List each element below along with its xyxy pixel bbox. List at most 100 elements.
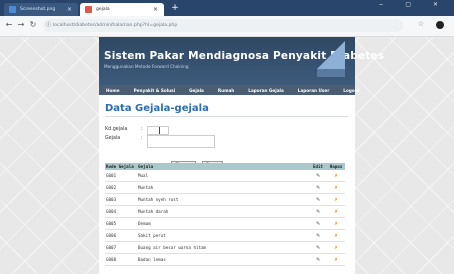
- profile-avatar[interactable]: [436, 21, 444, 29]
- cross-icon: ✗: [334, 256, 338, 263]
- delete-button[interactable]: ✗: [327, 181, 345, 194]
- delete-button[interactable]: ✗: [327, 229, 345, 242]
- site-subtitle: Menggunakan Metode Forward Chaining: [104, 64, 189, 69]
- window-controls[interactable]: − ▢ ✕: [378, 1, 448, 8]
- delete-button[interactable]: ✗: [327, 170, 345, 182]
- text-caret: [159, 127, 160, 134]
- delete-button[interactable]: ✗: [327, 205, 345, 218]
- browser-tab-screenshot[interactable]: Screenshot.png ×: [4, 3, 78, 16]
- close-icon[interactable]: ×: [153, 3, 158, 16]
- delete-button[interactable]: ✗: [327, 253, 345, 266]
- cell-gejala: Mual: [137, 170, 309, 182]
- cell-gejala: Muntah nyeh rust: [137, 193, 309, 206]
- site-info-icon[interactable]: ⓘ: [46, 19, 51, 32]
- table-row: G003 Muntah nyeh rust ✎ ✗: [105, 193, 345, 206]
- pencil-icon: ✎: [316, 196, 320, 203]
- cross-icon: ✗: [334, 232, 338, 239]
- bookmark-star-icon[interactable]: ☆: [418, 20, 424, 28]
- cell-kode: G002: [105, 181, 137, 194]
- menu-item-gejala[interactable]: Gejala: [182, 88, 211, 93]
- col-gejala: Gejala: [137, 163, 309, 170]
- delete-button[interactable]: ✗: [327, 241, 345, 254]
- edit-button[interactable]: ✎: [309, 241, 327, 254]
- cell-kode: G003: [105, 193, 137, 206]
- cross-icon: ✗: [334, 220, 338, 227]
- tab-label: gejala: [96, 7, 110, 12]
- site-banner: Sistem Pakar Mendiagnosa Penyakit Diabet…: [99, 37, 384, 85]
- page-title: Data Gejala-gejala: [105, 103, 209, 114]
- url-text: localhost/diabetes/admin/halaman.php?hl=…: [53, 23, 178, 28]
- colon: :: [141, 136, 143, 141]
- edit-button[interactable]: ✎: [309, 170, 327, 182]
- cross-icon: ✗: [334, 196, 338, 203]
- table-row: G002 Muntah ✎ ✗: [105, 181, 345, 194]
- menu-item-penyakit-solusi[interactable]: Penyakit & Solusi: [127, 88, 182, 93]
- table-row: G005 Demam ✎ ✗: [105, 217, 345, 230]
- address-bar[interactable]: ⓘ localhost/diabetes/admin/halaman.php?h…: [43, 19, 403, 32]
- cross-icon: ✗: [334, 172, 338, 179]
- forward-icon[interactable]: →: [16, 20, 26, 30]
- gejala-textarea[interactable]: [147, 135, 215, 148]
- pencil-icon: ✎: [316, 256, 320, 263]
- edit-button[interactable]: ✎: [309, 193, 327, 206]
- reload-icon[interactable]: ↻: [28, 20, 38, 30]
- pencil-icon: ✎: [316, 184, 320, 191]
- pencil-icon: ✎: [316, 208, 320, 215]
- table-row: G001 Mual ✎ ✗: [105, 170, 345, 182]
- menu-item-home[interactable]: Home: [99, 88, 127, 93]
- edit-button[interactable]: ✎: [309, 205, 327, 218]
- browser-toolbar: ← → ↻ ⓘ localhost/diabetes/admin/halaman…: [0, 16, 454, 37]
- cell-gejala: Demam: [137, 217, 309, 230]
- pencil-icon: ✎: [316, 220, 320, 227]
- kode-label: Kd.gejala: [105, 127, 128, 132]
- table-row: G008 Badan lemas ✎ ✗: [105, 253, 345, 266]
- menu-item-rumah[interactable]: Rumah: [211, 88, 241, 93]
- divider: [105, 116, 348, 117]
- cell-gejala: Badan lemas: [137, 253, 309, 266]
- edit-button[interactable]: ✎: [309, 253, 327, 266]
- table-row: G004 Muntah darah ✎ ✗: [105, 205, 345, 218]
- cross-icon: ✗: [334, 244, 338, 251]
- banner-logo-icon: [317, 41, 345, 69]
- pencil-icon: ✎: [316, 244, 320, 251]
- gejala-label: Gejala: [105, 136, 121, 141]
- colon: :: [141, 127, 143, 132]
- image-icon: [9, 6, 16, 13]
- table-header-row: Kode Gejala Gejala Edit Hapus: [105, 163, 345, 170]
- kode-gejala-input[interactable]: [147, 126, 169, 135]
- cell-kode: G004: [105, 205, 137, 218]
- col-hapus: Hapus: [327, 163, 345, 170]
- menu-item-logout[interactable]: Logout: [336, 88, 366, 93]
- site-icon: [85, 6, 92, 13]
- cell-kode: G008: [105, 253, 137, 266]
- gejala-form: Kd.gejala : Gejala :: [105, 126, 245, 148]
- table-row: G007 Buang air besar warna hitam ✎ ✗: [105, 241, 345, 254]
- page-background: Sistem Pakar Mendiagnosa Penyakit Diabet…: [0, 37, 454, 274]
- close-icon[interactable]: ×: [67, 3, 72, 16]
- new-tab-button[interactable]: +: [170, 3, 180, 13]
- cross-icon: ✗: [334, 208, 338, 215]
- edit-button[interactable]: ✎: [309, 217, 327, 230]
- delete-button[interactable]: ✗: [327, 193, 345, 206]
- cell-kode: G001: [105, 170, 137, 182]
- delete-button[interactable]: ✗: [327, 217, 345, 230]
- cell-gejala: Muntah darah: [137, 205, 309, 218]
- cell-kode: G007: [105, 241, 137, 254]
- content-container: Sistem Pakar Mendiagnosa Penyakit Diabet…: [99, 37, 384, 274]
- browser-tab-gejala[interactable]: gejala ×: [80, 3, 164, 16]
- gejala-table: Kode Gejala Gejala Edit Hapus G001 Mual …: [105, 163, 345, 266]
- menu-item-laporan-gejala[interactable]: Laporan Gejala: [241, 88, 291, 93]
- cell-kode: G006: [105, 229, 137, 242]
- tab-label: Screenshot.png: [20, 7, 56, 12]
- cell-gejala: Sakit perut: [137, 229, 309, 242]
- table-row: G006 Sakit perut ✎ ✗: [105, 229, 345, 242]
- cross-icon: ✗: [334, 184, 338, 191]
- edit-button[interactable]: ✎: [309, 181, 327, 194]
- cell-gejala: Buang air besar warna hitam: [137, 241, 309, 254]
- main-menu: Home Penyakit & Solusi Gejala Rumah Lapo…: [99, 85, 360, 95]
- menu-item-laporan-user[interactable]: Laporan User: [291, 88, 337, 93]
- cell-kode: G005: [105, 217, 137, 230]
- back-icon[interactable]: ←: [4, 20, 14, 30]
- edit-button[interactable]: ✎: [309, 229, 327, 242]
- pencil-icon: ✎: [316, 232, 320, 239]
